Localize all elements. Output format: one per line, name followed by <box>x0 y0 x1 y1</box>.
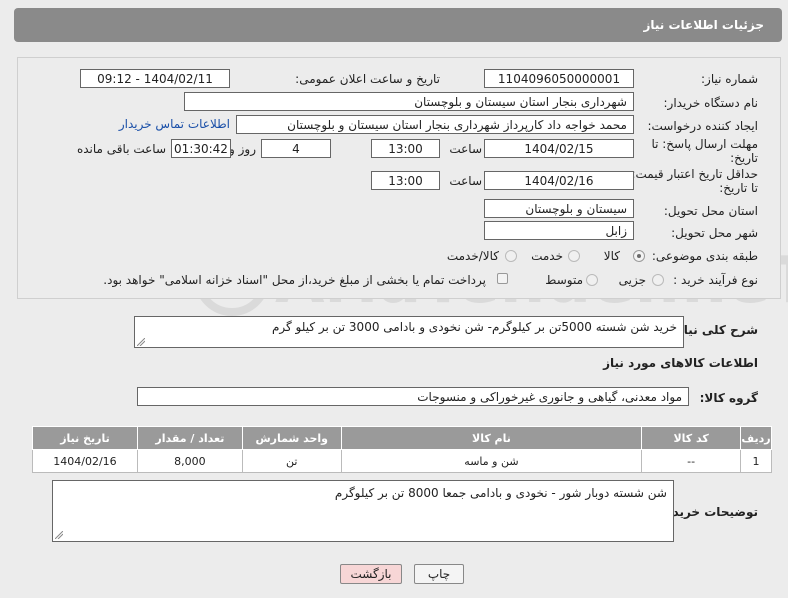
goods-group-field[interactable]: مواد معدنی، گیاهی و جانوری غیرخوراکی و م… <box>137 387 689 406</box>
price-validity-date-field[interactable]: 1404/02/16 <box>484 171 634 190</box>
process-minor-radio[interactable] <box>652 274 664 286</box>
category-service-radio[interactable] <box>568 250 580 262</box>
col-header-item-name: نام کالا <box>340 426 643 450</box>
goods-section-title: اطلاعات کالاهای مورد نیاز <box>603 356 758 370</box>
page-title: جزئیات اطلاعات نیاز <box>643 18 764 32</box>
category-goods-service-label: کالا/خدمت <box>446 249 499 263</box>
price-validity-time-field[interactable]: 13:00 <box>371 171 440 190</box>
deadline-label-line1: مهلت ارسال پاسخ: تا <box>651 137 758 151</box>
announce-datetime-label: تاریخ و ساعت اعلان عمومی: <box>295 72 440 86</box>
goods-table-header-row: ردیف کد کالا نام کالا واحد شمارش تعداد /… <box>32 426 772 450</box>
deadline-time-label: ساعت <box>449 142 482 156</box>
category-goods-label: کالا <box>603 249 620 263</box>
delivery-city-label: شهر محل تحویل: <box>671 226 758 240</box>
need-number-label: شماره نیاز: <box>701 72 758 86</box>
cell-unit: تن <box>241 449 342 473</box>
buyer-org-field[interactable]: شهرداری بنجار استان سیستان و بلوچستان <box>184 92 634 111</box>
time-remaining-label: ساعت باقی مانده <box>76 142 166 156</box>
need-description-label: شرح کلی نیاز: <box>672 323 758 337</box>
col-header-row-number: ردیف <box>740 426 772 450</box>
deadline-time-field[interactable]: 13:00 <box>371 139 440 158</box>
price-validity-label-line1: حداقل تاریخ اعتبار قیمت: <box>631 167 758 181</box>
buyer-notes-field[interactable]: شن شسته دوبار شور - نخودی و بادامی جمعا … <box>52 480 674 542</box>
time-remaining-field[interactable]: 01:30:42 <box>171 139 231 158</box>
delivery-province-field[interactable]: سیستان و بلوچستان <box>484 199 634 218</box>
purchase-process-label: نوع فرآیند خرید : <box>673 273 758 287</box>
buyer-contact-link[interactable]: اطلاعات تماس خریدار <box>119 117 230 131</box>
requester-label: ایجاد کننده درخواست: <box>647 119 758 133</box>
deadline-label-line2: تاریخ: <box>730 151 758 165</box>
price-validity-label-line2: تا تاریخ: <box>719 181 758 195</box>
category-goods-service-radio[interactable] <box>505 250 517 262</box>
goods-table: ردیف کد کالا نام کالا واحد شمارش تعداد /… <box>32 426 772 473</box>
col-header-item-code: کد کالا <box>641 426 742 450</box>
back-button[interactable]: بازگشت <box>340 564 402 584</box>
table-row[interactable]: 1 -- شن و ماسه تن 8,000 1404/02/16 <box>32 449 772 473</box>
page-header: جزئیات اطلاعات نیاز <box>14 8 782 42</box>
need-description-field[interactable]: خرید شن شسته 5000تن بر کیلوگرم- شن نخودی… <box>134 316 684 348</box>
need-number-field[interactable]: 1104096050000001 <box>484 69 634 88</box>
announce-datetime-field[interactable]: 1404/02/11 - 09:12 <box>80 69 230 88</box>
cell-need-date: 1404/02/16 <box>32 449 138 473</box>
delivery-province-label: استان محل تحویل: <box>663 204 758 218</box>
cell-item-code: -- <box>641 449 742 473</box>
buyer-org-label: نام دستگاه خریدار: <box>663 96 759 110</box>
cell-row-number: 1 <box>740 449 772 473</box>
process-medium-radio[interactable] <box>586 274 598 286</box>
process-medium-label: متوسط <box>545 273 583 287</box>
buyer-notes-text: شن شسته دوبار شور - نخودی و بادامی جمعا … <box>334 486 667 500</box>
price-validity-time-label: ساعت <box>449 174 482 188</box>
cell-item-name: شن و ماسه <box>340 449 643 473</box>
subject-category-label: طبقه بندی موضوعی: <box>651 249 758 263</box>
category-service-label: خدمت <box>531 249 563 263</box>
requester-field[interactable]: محمد خواجه داد کارپرداز شهرداری بنجار اس… <box>236 115 634 134</box>
process-minor-label: جزیی <box>618 273 646 287</box>
category-goods-radio[interactable] <box>633 250 645 262</box>
cell-quantity: 8,000 <box>136 449 243 473</box>
print-button[interactable]: چاپ <box>414 564 464 584</box>
col-header-quantity: تعداد / مقدار <box>136 426 243 450</box>
deadline-date-field[interactable]: 1404/02/15 <box>484 139 634 158</box>
col-header-need-date: تاریخ نیاز <box>32 426 138 450</box>
days-label: روز و <box>229 142 256 156</box>
treasury-payment-checkbox[interactable] <box>497 273 508 284</box>
treasury-payment-note: پرداخت تمام یا بخشی از مبلغ خرید،از محل … <box>103 273 486 287</box>
goods-group-label: گروه کالا: <box>699 391 758 405</box>
need-description-text: خرید شن شسته 5000تن بر کیلوگرم- شن نخودی… <box>271 320 677 334</box>
resize-handle-icon[interactable] <box>137 338 145 346</box>
days-remaining-field[interactable]: 4 <box>261 139 331 158</box>
col-header-unit: واحد شمارش <box>241 426 342 450</box>
delivery-city-field[interactable]: زابل <box>484 221 634 240</box>
resize-handle-icon[interactable] <box>55 531 63 539</box>
